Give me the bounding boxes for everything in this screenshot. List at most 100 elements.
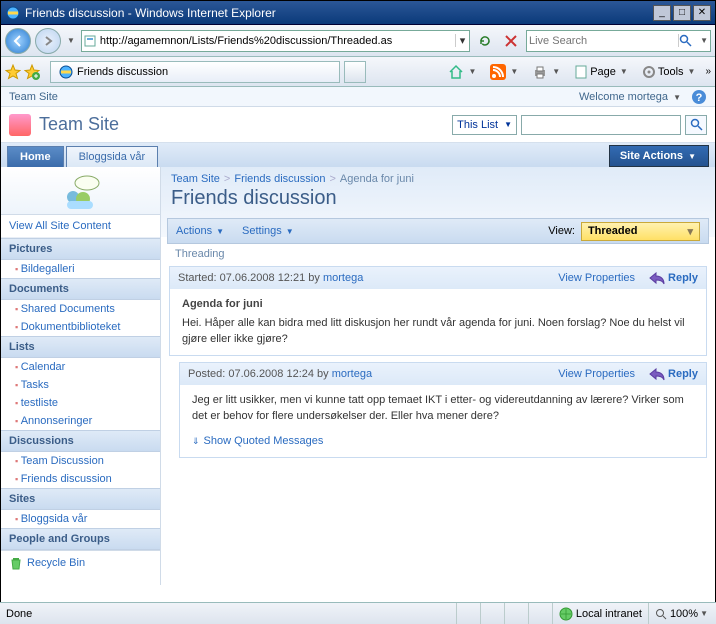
discussion-post: Started: 07.06.2008 12:21 by mortega View… <box>169 266 707 356</box>
security-zone: Local intranet <box>552 603 648 624</box>
sp-top-nav: Home Bloggsida vår Site Actions ▼ <box>1 143 715 167</box>
url-dropdown[interactable]: ▾ <box>455 34 469 47</box>
recycle-bin[interactable]: Recycle Bin <box>1 550 160 575</box>
minimize-button[interactable]: _ <box>653 5 671 21</box>
browser-navbar: ▼ ▾ ▼ <box>1 25 715 57</box>
sp-search-input[interactable] <box>521 115 681 135</box>
nav-item[interactable]: Tasks <box>1 376 160 394</box>
feeds-button[interactable]: ▼ <box>486 62 524 82</box>
reply-button[interactable]: Reply <box>649 367 698 381</box>
page-menu[interactable]: Page▼ <box>570 63 634 81</box>
tab-home[interactable]: Home <box>7 146 64 167</box>
post-author[interactable]: mortega <box>332 368 372 380</box>
nav-heading[interactable]: Discussions <box>1 430 160 452</box>
post-meta: Started: 07.06.2008 12:21 by mortega <box>178 272 363 284</box>
sp-global-nav: Team Site Welcome mortega ▼ ? <box>1 87 715 107</box>
settings-menu[interactable]: Settings▼ <box>242 225 294 237</box>
browser-search-input[interactable] <box>527 33 678 49</box>
reply-button[interactable]: Reply <box>649 271 698 285</box>
nav-item[interactable]: Calendar <box>1 358 160 376</box>
help-icon[interactable]: ? <box>691 89 707 105</box>
nav-item[interactable]: Bloggsida vår <box>1 510 160 528</box>
post-header: Posted: 07.06.2008 12:24 by mortega View … <box>180 363 706 385</box>
top-site-link[interactable]: Team Site <box>9 91 58 103</box>
nav-item[interactable]: Annonseringer <box>1 412 160 430</box>
svg-text:?: ? <box>696 92 703 104</box>
nav-item[interactable]: Shared Documents <box>1 300 160 318</box>
welcome-user[interactable]: Welcome mortega <box>579 91 668 103</box>
search-scope[interactable]: This List▼ <box>452 115 517 135</box>
stop-button[interactable] <box>500 30 522 52</box>
add-favorite-icon[interactable] <box>24 64 40 80</box>
url-input[interactable] <box>98 33 455 49</box>
home-button[interactable]: ▼ <box>444 62 482 82</box>
view-properties-link[interactable]: View Properties <box>558 272 635 284</box>
site-actions-menu[interactable]: Site Actions ▼ <box>609 145 709 167</box>
view-all-content[interactable]: View All Site Content <box>1 215 160 238</box>
post-title: Agenda for juni <box>182 297 694 312</box>
browser-search-box[interactable]: ▼ <box>526 30 711 52</box>
search-provider-dropdown[interactable]: ▼ <box>698 36 710 45</box>
status-bar: Done Local intranet 100% ▼ <box>0 602 716 624</box>
print-button[interactable]: ▼ <box>528 62 566 82</box>
post-author[interactable]: mortega <box>323 272 363 284</box>
forward-button[interactable] <box>35 28 61 54</box>
page-title: Friends discussion <box>161 187 715 218</box>
maximize-button[interactable]: □ <box>673 5 691 21</box>
ie-icon <box>5 5 21 21</box>
main-content: Team Site>Friends discussion>Agenda for … <box>161 167 715 585</box>
quick-launch: View All Site Content PicturesBildegalle… <box>1 167 161 585</box>
breadcrumb-link[interactable]: Friends discussion <box>234 173 325 185</box>
site-title[interactable]: Team Site <box>39 114 119 135</box>
breadcrumb-link[interactable]: Team Site <box>171 173 220 185</box>
sp-search-go[interactable] <box>685 115 707 135</box>
zoom-level[interactable]: 100% ▼ <box>648 603 716 624</box>
sp-site-header: Team Site This List▼ <box>1 107 715 143</box>
post-meta: Posted: 07.06.2008 12:24 by mortega <box>188 368 372 380</box>
discussion-post: Posted: 07.06.2008 12:24 by mortega View … <box>179 362 707 458</box>
tab-blog[interactable]: Bloggsida vår <box>66 146 159 167</box>
view-label: View: <box>548 225 575 237</box>
breadcrumb: Team Site>Friends discussion>Agenda for … <box>161 167 715 187</box>
threading-label: Threading <box>175 248 701 260</box>
page-icon <box>82 35 98 47</box>
new-tab-button[interactable] <box>344 61 366 83</box>
show-quoted-link[interactable]: ⇓ Show Quoted Messages <box>192 434 694 449</box>
address-bar[interactable]: ▾ <box>81 30 470 52</box>
nav-heading[interactable]: Documents <box>1 278 160 300</box>
post-header: Started: 07.06.2008 12:21 by mortega View… <box>170 267 706 289</box>
list-toolbar: Actions▼ Settings▼ View: Threaded▾ <box>167 218 709 244</box>
nav-heading[interactable]: Pictures <box>1 238 160 260</box>
search-go-button[interactable] <box>678 34 698 47</box>
close-button[interactable]: ✕ <box>693 5 711 21</box>
tools-menu[interactable]: Tools▼ <box>638 63 702 81</box>
back-button[interactable] <box>5 28 31 54</box>
nav-item[interactable]: Bildegalleri <box>1 260 160 278</box>
view-selector[interactable]: Threaded▾ <box>581 222 700 241</box>
browser-tab[interactable]: Friends discussion <box>50 61 340 83</box>
nav-item[interactable]: testliste <box>1 394 160 412</box>
view-properties-link[interactable]: View Properties <box>558 368 635 380</box>
nav-heading[interactable]: People and Groups <box>1 528 160 550</box>
discussion-icon <box>1 167 160 215</box>
nav-history-dropdown[interactable]: ▼ <box>65 36 77 45</box>
status-text: Done <box>0 608 38 620</box>
nav-heading[interactable]: Sites <box>1 488 160 510</box>
window-title: Friends discussion - Windows Internet Ex… <box>25 6 653 20</box>
post-body: Jeg er litt usikker, men vi kunne tatt o… <box>180 385 706 457</box>
favorites-icon[interactable] <box>5 64 21 80</box>
toolbar-overflow-icon[interactable]: » <box>705 66 711 77</box>
breadcrumb-current: Agenda for juni <box>340 173 414 185</box>
nav-item[interactable]: Friends discussion <box>1 470 160 488</box>
nav-heading[interactable]: Lists <box>1 336 160 358</box>
browser-tabbar: Friends discussion ▼ ▼ ▼ Page▼ Tools▼ » <box>1 57 715 87</box>
tab-title: Friends discussion <box>77 66 168 78</box>
site-logo <box>9 114 31 136</box>
post-body: Agenda for juniHei. Håper alle kan bidra… <box>170 289 706 355</box>
actions-menu[interactable]: Actions▼ <box>176 225 224 237</box>
user-menu-dropdown[interactable]: ▼ <box>671 93 683 102</box>
nav-item[interactable]: Dokumentbiblioteket <box>1 318 160 336</box>
ie-icon <box>59 65 73 79</box>
nav-item[interactable]: Team Discussion <box>1 452 160 470</box>
refresh-button[interactable] <box>474 30 496 52</box>
